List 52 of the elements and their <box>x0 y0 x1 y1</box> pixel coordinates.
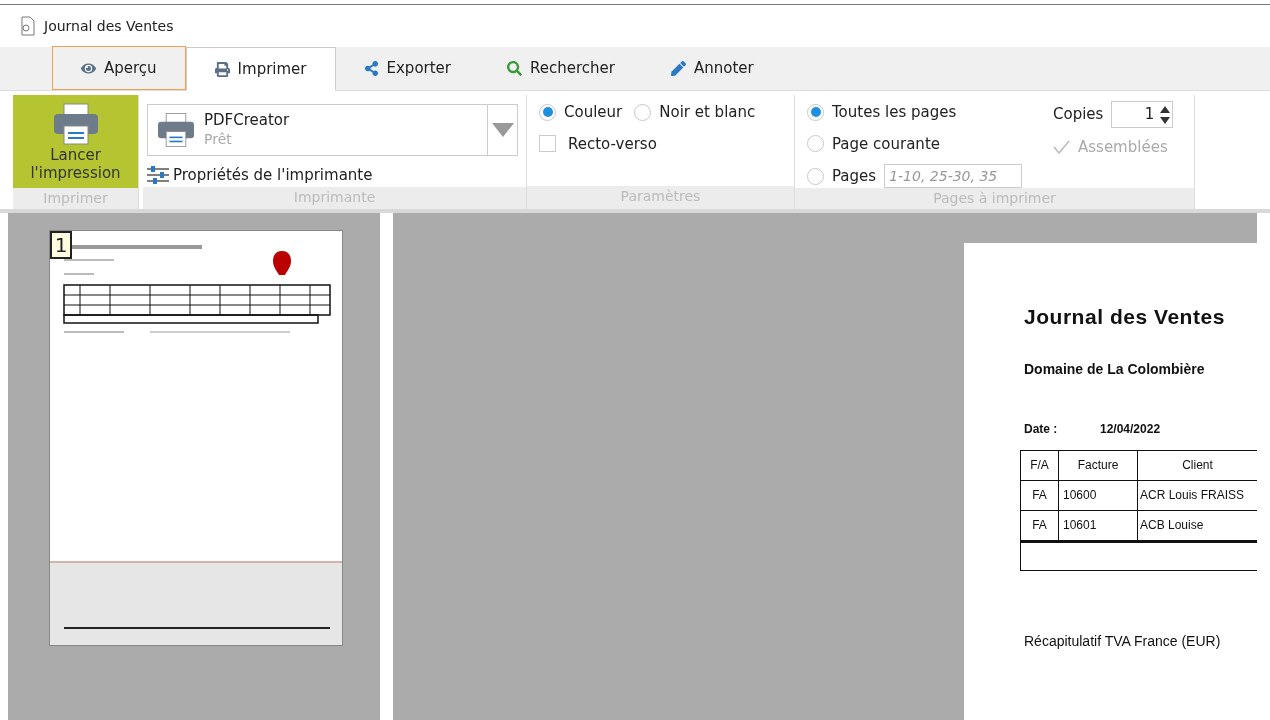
date-label: Date : <box>1024 420 1059 438</box>
document-icon <box>20 16 36 36</box>
date-value: 12/04/2022 <box>1100 420 1161 438</box>
tab[interactable]: Imprimer <box>185 47 336 91</box>
search-icon <box>507 60 522 76</box>
option-label: Couleur <box>564 102 623 123</box>
table-cell: FA <box>1021 480 1059 510</box>
report-title: Journal des Ventes <box>1024 304 1226 330</box>
radio-button[interactable] <box>539 103 556 121</box>
option-label: Page courante <box>832 133 940 155</box>
print-button[interactable]: Lancer l'impression <box>13 95 138 188</box>
pages-field[interactable]: 1-10, 25-30, 35 <box>884 164 1023 188</box>
dropdown-arrow-icon <box>491 123 514 137</box>
printer-properties-link[interactable]: Propriétés de l'imprimante <box>147 164 373 187</box>
pencil-icon <box>670 60 686 76</box>
tab[interactable]: Rechercher <box>479 46 643 90</box>
page-thumbnail[interactable]: 1 <box>49 230 343 646</box>
table-cell-text: ACR Louis FRAISS <box>1139 487 1246 504</box>
option-label: Pages <box>832 165 877 187</box>
printer-icon <box>214 61 230 77</box>
option-label: Recto-verso <box>568 133 657 155</box>
column-header: F/A <box>1021 450 1059 480</box>
summary-title: Récapitulatif TVA France (EUR) <box>1024 631 1222 651</box>
option-label: Assemblées <box>1078 137 1168 158</box>
printer-icon <box>156 112 196 148</box>
printer-select[interactable]: PDFCreator Prêt <box>147 104 518 156</box>
copies-label: Copies <box>1053 104 1104 126</box>
radio-button[interactable] <box>807 103 824 121</box>
sliders-icon <box>147 165 169 186</box>
printer-icon <box>51 101 100 146</box>
table-cell: FA <box>1021 510 1059 540</box>
column-header: Facture <box>1059 450 1138 480</box>
printer-status: Prêt <box>204 130 233 149</box>
window-title: Journal des Ventes <box>44 16 174 36</box>
radio-button[interactable] <box>807 135 824 153</box>
table-cell: 10601 <box>1059 510 1138 540</box>
tab[interactable]: Exporter <box>335 46 479 90</box>
radio-button[interactable] <box>807 167 824 185</box>
tab[interactable]: Aperçu <box>52 46 186 90</box>
share-icon <box>363 60 379 76</box>
tab[interactable]: Annoter <box>642 46 782 90</box>
copies-spinner[interactable]: 1 <box>1111 101 1174 128</box>
checkbox[interactable] <box>539 135 556 153</box>
company-name: Domaine de La Colombière <box>1024 359 1206 379</box>
page-number-badge: 1 <box>50 231 72 259</box>
table-cell-text: ACB Louise <box>1139 517 1205 534</box>
radio-button[interactable] <box>634 103 652 121</box>
table-cell: 10600 <box>1059 480 1138 510</box>
column-header: Client <box>1181 457 1214 474</box>
printer-name: PDFCreator <box>204 111 291 130</box>
option-label: Toutes les pages <box>832 102 957 123</box>
option-label: Noir et blanc <box>659 102 756 123</box>
